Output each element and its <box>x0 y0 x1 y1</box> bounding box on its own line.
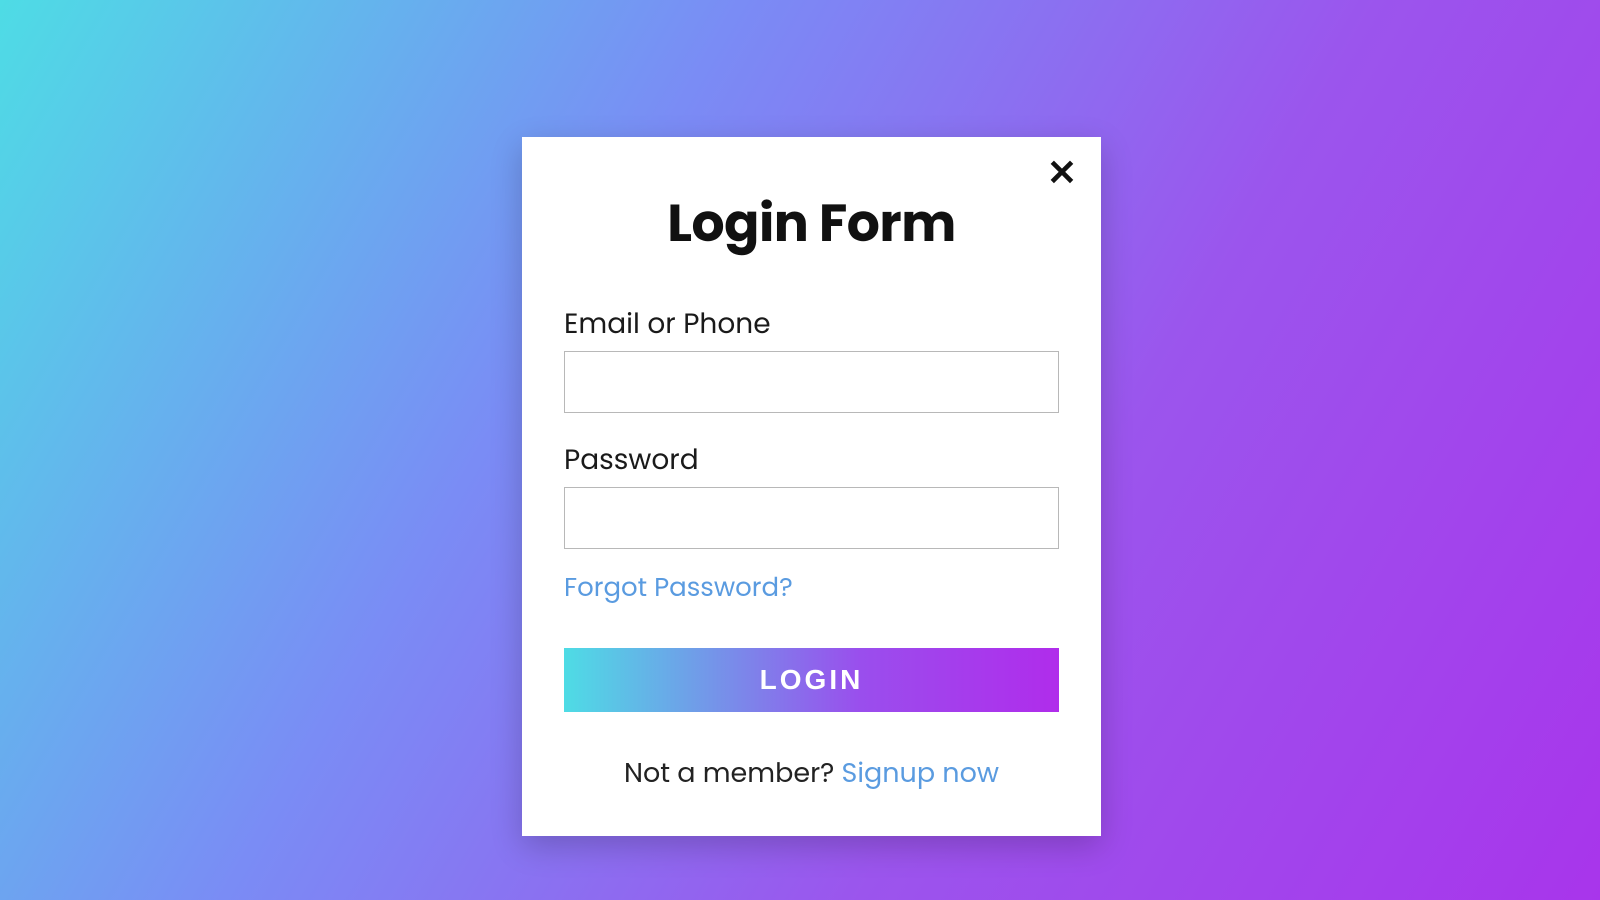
close-button[interactable]: ✕ <box>1047 155 1077 191</box>
signup-row: Not a member? Signup now <box>564 754 1059 794</box>
login-modal: ✕ Login Form Email or Phone Password For… <box>522 137 1101 836</box>
password-input[interactable] <box>564 487 1059 549</box>
modal-title: Login Form <box>564 185 1059 263</box>
email-input[interactable] <box>564 351 1059 413</box>
email-label: Email or Phone <box>564 303 1059 345</box>
password-field-group: Password <box>564 439 1059 549</box>
signup-prompt: Not a member? <box>624 755 842 792</box>
login-button[interactable]: LOGIN <box>564 648 1059 712</box>
signup-link[interactable]: Signup now <box>842 755 999 792</box>
password-label: Password <box>564 439 1059 481</box>
forgot-password-link[interactable]: Forgot Password? <box>564 569 793 608</box>
close-icon: ✕ <box>1047 152 1077 193</box>
email-field-group: Email or Phone <box>564 303 1059 413</box>
